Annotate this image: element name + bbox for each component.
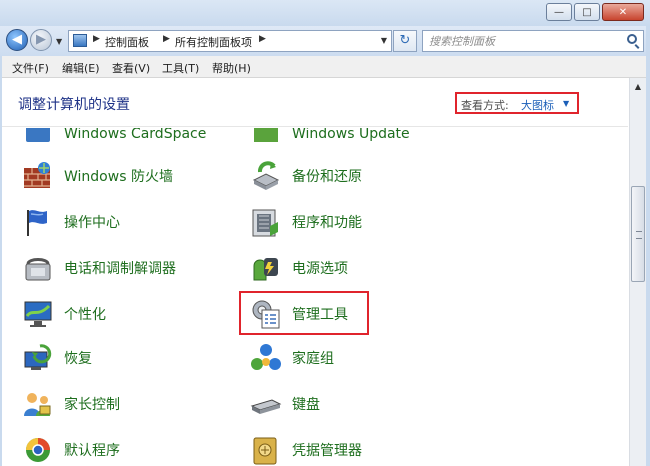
credential-vault-icon bbox=[250, 434, 282, 466]
menu-help[interactable]: 帮助(H) bbox=[212, 60, 251, 76]
keyboard-icon bbox=[250, 388, 282, 420]
window-frame bbox=[646, 26, 650, 466]
item-keyboard[interactable]: 键盘 bbox=[250, 388, 320, 420]
item-label: 家长控制 bbox=[64, 397, 120, 413]
view-by-dropdown[interactable]: 大图标 bbox=[521, 97, 554, 113]
recovery-icon bbox=[22, 342, 54, 374]
item-label: Windows Update bbox=[292, 126, 410, 142]
caption-buttons: — □ ✕ bbox=[544, 3, 644, 21]
item-power-options[interactable]: 电源选项 bbox=[250, 252, 348, 284]
back-arrow-icon[interactable]: ◀ bbox=[6, 29, 28, 51]
history-dropdown-icon[interactable]: ▼ bbox=[56, 37, 62, 46]
item-personalization[interactable]: 个性化 bbox=[22, 298, 106, 330]
item-windows-cardspace[interactable]: Windows CardSpace bbox=[22, 126, 207, 150]
item-label: 备份和还原 bbox=[292, 169, 362, 185]
item-programs-and-features[interactable]: 程序和功能 bbox=[250, 206, 362, 238]
item-label: 操作中心 bbox=[64, 215, 120, 231]
cardspace-icon bbox=[22, 128, 54, 150]
search-box[interactable] bbox=[422, 30, 644, 52]
item-recovery[interactable]: 恢复 bbox=[22, 342, 92, 374]
search-icon[interactable] bbox=[627, 34, 637, 44]
admin-tools-highlight bbox=[239, 291, 369, 335]
breadcrumb-all-items[interactable]: 所有控制面板项 bbox=[175, 34, 252, 50]
telephone-icon bbox=[22, 252, 54, 284]
item-default-programs[interactable]: 默认程序 bbox=[22, 434, 120, 466]
chevron-down-icon[interactable]: ▼ bbox=[563, 99, 569, 108]
scroll-up-icon[interactable]: ▲ bbox=[630, 78, 646, 95]
item-label: 凭据管理器 bbox=[292, 443, 362, 459]
firewall-icon bbox=[22, 160, 54, 192]
close-button[interactable]: ✕ bbox=[602, 3, 644, 21]
menu-view[interactable]: 查看(V) bbox=[112, 60, 150, 76]
item-label: 默认程序 bbox=[64, 443, 120, 459]
item-parental-controls[interactable]: 家长控制 bbox=[22, 388, 120, 420]
window-frame bbox=[0, 56, 2, 466]
item-homegroup[interactable]: 家庭组 bbox=[250, 342, 334, 374]
battery-icon bbox=[250, 252, 282, 284]
address-dropdown-icon[interactable]: ▼ bbox=[381, 36, 387, 45]
breadcrumb-separator-icon[interactable]: ▶ bbox=[163, 34, 170, 44]
programs-icon bbox=[250, 206, 282, 238]
flag-icon bbox=[22, 206, 54, 238]
control-panel-window: — □ ✕ ◀ ▶ ▼ ▶ 控制面板 ▶ 所有控制面板项 ▶ ▼ ↻ 文件(F)… bbox=[0, 0, 650, 466]
title-bar: — □ ✕ bbox=[0, 0, 650, 26]
breadcrumb-separator-icon[interactable]: ▶ bbox=[259, 34, 266, 44]
item-label: 电源选项 bbox=[292, 261, 348, 277]
item-label: 个性化 bbox=[64, 307, 106, 323]
forward-arrow-icon[interactable]: ▶ bbox=[30, 29, 52, 51]
item-credential-manager[interactable]: 凭据管理器 bbox=[250, 434, 362, 466]
content-area: 调整计算机的设置 查看方式: 大图标 ▼ Windows CardSpace W… bbox=[0, 78, 650, 466]
item-label: 键盘 bbox=[292, 397, 320, 413]
item-backup-and-restore[interactable]: 备份和还原 bbox=[250, 160, 362, 192]
vertical-scrollbar[interactable]: ▲ bbox=[629, 78, 646, 466]
search-input[interactable] bbox=[429, 33, 609, 49]
grip-icon bbox=[636, 231, 642, 239]
item-label: 家庭组 bbox=[292, 351, 334, 367]
monitor-icon bbox=[22, 298, 54, 330]
breadcrumb-separator-icon[interactable]: ▶ bbox=[93, 34, 100, 44]
backup-icon bbox=[250, 160, 282, 192]
item-windows-firewall[interactable]: Windows 防火墙 bbox=[22, 160, 173, 192]
menu-bar: 文件(F) 编辑(E) 查看(V) 工具(T) 帮助(H) bbox=[0, 56, 650, 78]
address-bar[interactable]: ▶ 控制面板 ▶ 所有控制面板项 ▶ ▼ bbox=[68, 30, 392, 52]
homegroup-icon bbox=[250, 342, 282, 374]
item-label: 程序和功能 bbox=[292, 215, 362, 231]
breadcrumb-control-panel[interactable]: 控制面板 bbox=[105, 34, 149, 50]
control-panel-icon bbox=[73, 34, 87, 47]
item-action-center[interactable]: 操作中心 bbox=[22, 206, 120, 238]
menu-edit[interactable]: 编辑(E) bbox=[62, 60, 100, 76]
maximize-button[interactable]: □ bbox=[574, 3, 600, 21]
item-label: Windows CardSpace bbox=[64, 126, 207, 142]
minimize-button[interactable]: — bbox=[546, 3, 572, 21]
scroll-thumb[interactable] bbox=[631, 186, 645, 282]
divider bbox=[0, 126, 628, 127]
menu-file[interactable]: 文件(F) bbox=[12, 60, 49, 76]
item-phone-and-modem[interactable]: 电话和调制解调器 bbox=[22, 252, 176, 284]
item-label: 恢复 bbox=[64, 351, 92, 367]
view-by-label: 查看方式: bbox=[461, 99, 509, 112]
family-icon bbox=[22, 388, 54, 420]
item-label: Windows 防火墙 bbox=[64, 169, 173, 185]
navigation-bar: ◀ ▶ ▼ ▶ 控制面板 ▶ 所有控制面板项 ▶ ▼ ↻ bbox=[0, 26, 650, 56]
view-by-highlight: 查看方式: 大图标 ▼ bbox=[455, 92, 579, 114]
page-title: 调整计算机的设置 bbox=[18, 97, 130, 113]
windows-update-icon bbox=[250, 128, 282, 150]
default-programs-icon bbox=[22, 434, 54, 466]
refresh-icon[interactable]: ↻ bbox=[393, 30, 417, 52]
item-windows-update[interactable]: Windows Update bbox=[250, 126, 410, 150]
menu-tools[interactable]: 工具(T) bbox=[162, 60, 199, 76]
item-label: 电话和调制解调器 bbox=[64, 261, 176, 277]
